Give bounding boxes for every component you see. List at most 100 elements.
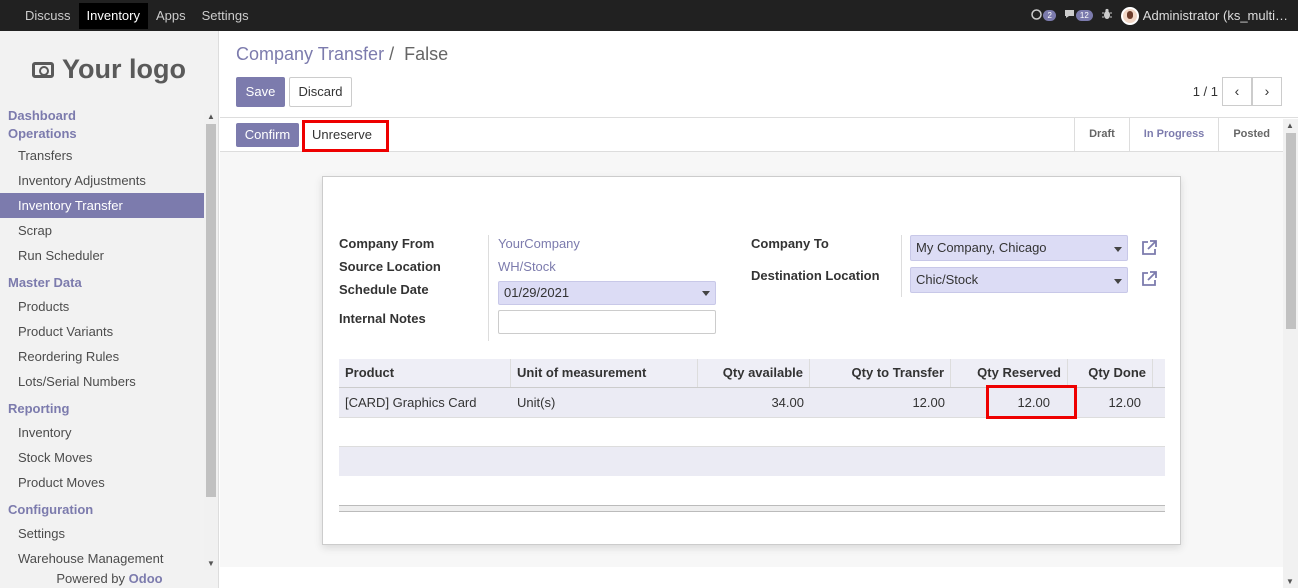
main-scrollbar[interactable]: ▲ ▼ — [1283, 119, 1298, 588]
column-header-qty-reserved[interactable]: Qty Reserved — [951, 359, 1068, 387]
column-header-qty-available[interactable]: Qty available — [698, 359, 810, 387]
section-operations[interactable]: Operations — [0, 125, 204, 143]
logo-text: Your logo — [62, 54, 186, 84]
sidebar-item-stock-moves[interactable]: Stock Moves — [0, 445, 204, 470]
powered-by-text: Powered by — [56, 571, 126, 586]
stage-bar: Draft In Progress Posted — [1074, 118, 1284, 151]
field-divider — [901, 235, 902, 297]
menu-discuss[interactable]: Discuss — [17, 3, 79, 29]
activity-notification[interactable]: 12 — [1064, 9, 1093, 22]
breadcrumb-separator: / — [389, 44, 395, 64]
menu-inventory[interactable]: Inventory — [78, 2, 148, 29]
sidebar-scroll-thumb[interactable] — [206, 124, 216, 497]
destination-location-value: Chic/Stock — [916, 272, 979, 287]
sidebar-item-inventory-transfer[interactable]: Inventory Transfer — [0, 193, 204, 218]
external-link-icon[interactable] — [1140, 270, 1158, 288]
breadcrumb: Company Transfer / False — [236, 44, 448, 65]
column-header-uom[interactable]: Unit of measurement — [511, 359, 698, 387]
schedule-date-label: Schedule Date — [339, 282, 429, 297]
company-from-value[interactable]: YourCompany — [498, 236, 580, 251]
cell-uom[interactable]: Unit(s) — [511, 388, 698, 417]
source-location-value[interactable]: WH/Stock — [498, 259, 556, 274]
odoo-link[interactable]: Odoo — [129, 571, 163, 586]
user-avatar[interactable] — [1120, 6, 1139, 25]
chat-notification[interactable]: 2 — [1031, 8, 1056, 23]
pager-previous-button[interactable]: ‹ — [1222, 77, 1252, 106]
menu-apps[interactable]: Apps — [148, 3, 194, 29]
source-location-label: Source Location — [339, 259, 441, 274]
column-header-qty-to-transfer[interactable]: Qty to Transfer — [810, 359, 951, 387]
top-navbar: Discuss Inventory Apps Settings 2 12 Adm… — [0, 0, 1298, 31]
external-link-icon[interactable] — [1140, 239, 1158, 257]
sidebar-item-lots-serial-numbers[interactable]: Lots/Serial Numbers — [0, 369, 204, 394]
comments-icon — [1064, 9, 1075, 22]
breadcrumb-parent[interactable]: Company Transfer — [236, 44, 384, 64]
sidebar-item-product-variants[interactable]: Product Variants — [0, 319, 204, 344]
sidebar-item-inventory-report[interactable]: Inventory — [0, 420, 204, 445]
powered-by: Powered by Odoo — [0, 571, 219, 586]
company-logo: Your logo — [32, 54, 186, 85]
scroll-down-icon[interactable]: ▼ — [207, 559, 215, 568]
stage-in-progress[interactable]: In Progress — [1128, 118, 1219, 151]
table-header: Product Unit of measurement Qty availabl… — [339, 359, 1165, 388]
section-master-data[interactable]: Master Data — [0, 272, 204, 294]
menu-settings[interactable]: Settings — [194, 3, 257, 29]
chevron-down-icon — [702, 291, 710, 296]
company-to-select[interactable]: My Company, Chicago — [910, 235, 1128, 261]
sidebar-item-settings[interactable]: Settings — [0, 521, 204, 546]
chat-count-badge: 2 — [1043, 10, 1056, 21]
sidebar-item-transfers[interactable]: Transfers — [0, 143, 204, 168]
schedule-date-input[interactable]: 01/29/2021 — [498, 281, 716, 305]
discard-button[interactable]: Discard — [289, 77, 352, 107]
cell-product[interactable]: [CARD] Graphics Card — [339, 388, 511, 417]
sidebar-item-warehouse-management[interactable]: Warehouse Management — [0, 546, 204, 567]
form-statusbar: Confirm Unreserve Draft In Progress Post… — [220, 117, 1298, 152]
breadcrumb-current: False — [404, 44, 449, 64]
sidebar-item-inventory-adjustments[interactable]: Inventory Adjustments — [0, 168, 204, 193]
user-name[interactable]: Administrator (ks_multi… — [1143, 8, 1288, 23]
sidebar-item-reordering-rules[interactable]: Reordering Rules — [0, 344, 204, 369]
sidebar-item-run-scheduler[interactable]: Run Scheduler — [0, 243, 204, 268]
field-divider — [488, 235, 489, 341]
cell-qty-available[interactable]: 34.00 — [698, 388, 810, 417]
activity-count-badge: 12 — [1075, 10, 1093, 21]
sidebar-item-product-moves[interactable]: Product Moves — [0, 470, 204, 495]
bug-icon[interactable] — [1101, 8, 1113, 23]
chat-icon — [1031, 8, 1043, 23]
chevron-right-icon: › — [1264, 83, 1270, 99]
column-header-product[interactable]: Product — [339, 359, 511, 387]
stage-posted[interactable]: Posted — [1218, 118, 1284, 151]
destination-location-select[interactable]: Chic/Stock — [910, 267, 1128, 293]
schedule-date-value: 01/29/2021 — [504, 285, 570, 300]
sidebar-item-products[interactable]: Products — [0, 294, 204, 319]
qty-reserved-highlight-box — [986, 385, 1077, 419]
chevron-left-icon: ‹ — [1234, 83, 1240, 99]
company-to-label: Company To — [751, 236, 829, 251]
sidebar-menu: Dashboard Operations Transfers Inventory… — [0, 107, 204, 567]
column-header-qty-done[interactable]: Qty Done — [1068, 359, 1153, 387]
section-reporting[interactable]: Reporting — [0, 398, 204, 420]
sidebar-item-scrap[interactable]: Scrap — [0, 218, 204, 243]
section-dashboard[interactable]: Dashboard — [0, 107, 204, 125]
pager-next-button[interactable]: › — [1252, 77, 1282, 106]
cell-qty-done[interactable]: 12.00 — [1068, 388, 1153, 417]
scroll-up-icon[interactable]: ▲ — [207, 112, 215, 121]
cell-qty-to-transfer[interactable]: 12.00 — [810, 388, 951, 417]
pager-value[interactable]: 1 / 1 — [1193, 84, 1218, 99]
app-menu: Discuss Inventory Apps Settings — [17, 0, 257, 31]
scroll-up-icon[interactable]: ▲ — [1286, 121, 1294, 130]
section-configuration[interactable]: Configuration — [0, 499, 204, 521]
main-content: Company Transfer / False Save Discard 1 … — [220, 31, 1298, 588]
systray: 2 12 Administrator (ks_multi… — [1031, 0, 1288, 31]
chevron-down-icon — [1114, 247, 1122, 252]
scroll-down-icon[interactable]: ▼ — [1286, 577, 1294, 586]
chevron-down-icon — [1114, 279, 1122, 284]
table-empty-row — [339, 446, 1165, 476]
main-scroll-thumb[interactable] — [1286, 133, 1296, 329]
stage-draft[interactable]: Draft — [1074, 118, 1129, 151]
destination-location-label: Destination Location — [751, 268, 880, 283]
save-button[interactable]: Save — [236, 77, 285, 107]
internal-notes-input[interactable] — [498, 310, 716, 334]
sidebar-scrollbar[interactable]: ▲ ▼ — [204, 110, 218, 570]
confirm-button[interactable]: Confirm — [236, 123, 299, 147]
